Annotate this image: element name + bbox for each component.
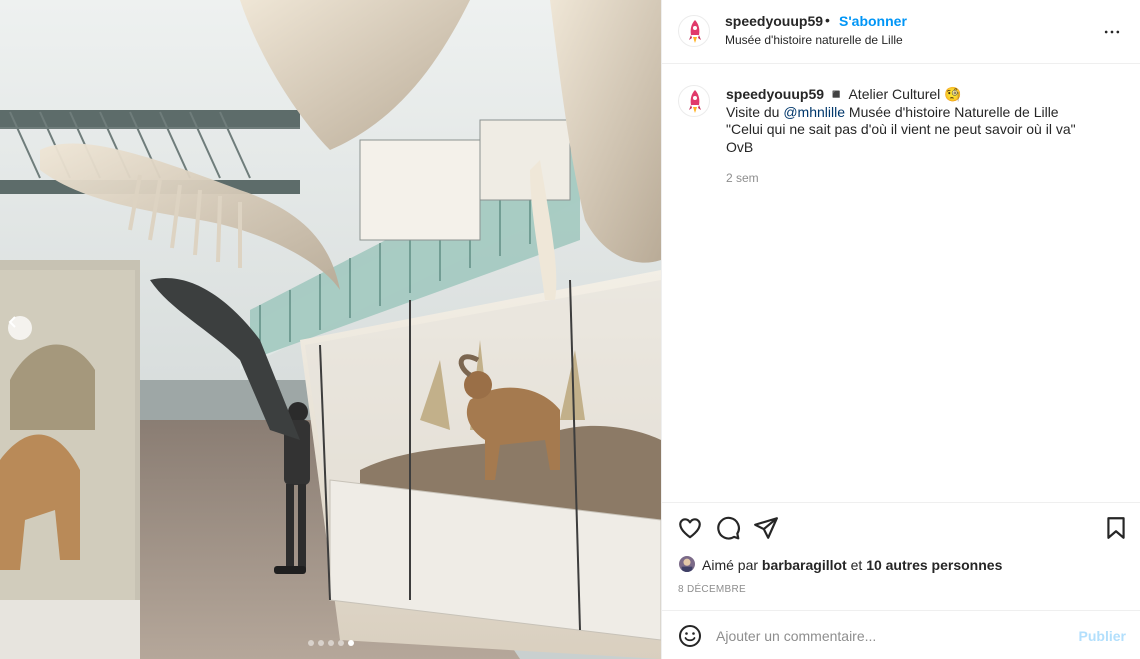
chevron-left-icon	[8, 316, 16, 328]
carousel-dot	[338, 640, 344, 646]
caption-text: Musée d'histoire Naturelle de Lille	[845, 103, 1059, 120]
emoji-icon[interactable]	[678, 624, 702, 648]
share-icon[interactable]	[753, 515, 779, 541]
carousel-prev-button[interactable]	[8, 316, 32, 340]
comment-input[interactable]	[716, 623, 1056, 649]
liker-avatars	[678, 555, 698, 575]
header-separator: •	[825, 12, 830, 28]
follow-button[interactable]: S'abonner	[839, 13, 907, 29]
post-sidebar: speedyouup59 • S'abonner Musée d'histoir…	[661, 0, 1140, 659]
add-comment-bar: Publier	[662, 610, 1140, 659]
post-location[interactable]: Musée d'histoire naturelle de Lille	[725, 33, 903, 47]
caption-title: ◾️ Atelier Culturel 🧐	[824, 86, 962, 102]
post-author-username[interactable]: speedyouup59	[725, 13, 823, 29]
avatar[interactable]	[678, 15, 710, 47]
caption-username[interactable]: speedyouup59	[726, 86, 824, 102]
caption-quote: "Celui qui ne sait pas d'où il vient ne …	[726, 121, 1076, 138]
carousel-dot	[318, 640, 324, 646]
post-date[interactable]: 8 DÉCEMBRE	[678, 584, 746, 595]
rocket-logo-icon	[689, 90, 701, 113]
liker-username[interactable]: barbaragillot	[762, 557, 847, 573]
post-actions: Aimé par barbaragillot et 10 autres pers…	[662, 502, 1140, 622]
caption-avatar[interactable]	[678, 85, 710, 117]
comment-icon[interactable]	[715, 515, 741, 541]
mention-link[interactable]: @mhnlille	[783, 104, 845, 120]
carousel-dot	[328, 640, 334, 646]
rocket-logo-icon	[689, 20, 701, 43]
comments-section: speedyouup59 ◾️ Atelier Culturel 🧐 Visit…	[662, 65, 1140, 502]
likes-others-link[interactable]: 10 autres personnes	[866, 557, 1002, 573]
likes-summary: Aimé par barbaragillot et 10 autres pers…	[678, 555, 1002, 575]
liker-avatar	[678, 555, 696, 573]
bookmark-icon[interactable]	[1103, 515, 1129, 541]
carousel-dot-active	[348, 640, 354, 646]
caption-signature: OvB	[726, 138, 754, 155]
likes-text: Aimé par	[702, 557, 759, 573]
carousel-indicator	[308, 640, 354, 646]
caption-line-2: Visite du @mhnlille Musée d'histoire Nat…	[726, 104, 1124, 122]
post-header: speedyouup59 • S'abonner Musée d'histoir…	[662, 0, 1140, 64]
post-caption: speedyouup59 ◾️ Atelier Culturel 🧐 Visit…	[726, 86, 1124, 156]
caption-timestamp[interactable]: 2 sem	[726, 171, 759, 185]
publish-button[interactable]: Publier	[1079, 628, 1126, 644]
post-photo[interactable]	[0, 0, 661, 659]
caption-text: Visite du	[726, 103, 784, 120]
museum-photo-illustration	[0, 0, 661, 659]
heart-icon[interactable]	[677, 515, 703, 541]
caption-line-1: speedyouup59 ◾️ Atelier Culturel 🧐	[726, 86, 1124, 104]
more-options-icon[interactable]	[1102, 22, 1122, 42]
carousel-dot	[308, 640, 314, 646]
likes-text: et	[850, 557, 863, 573]
